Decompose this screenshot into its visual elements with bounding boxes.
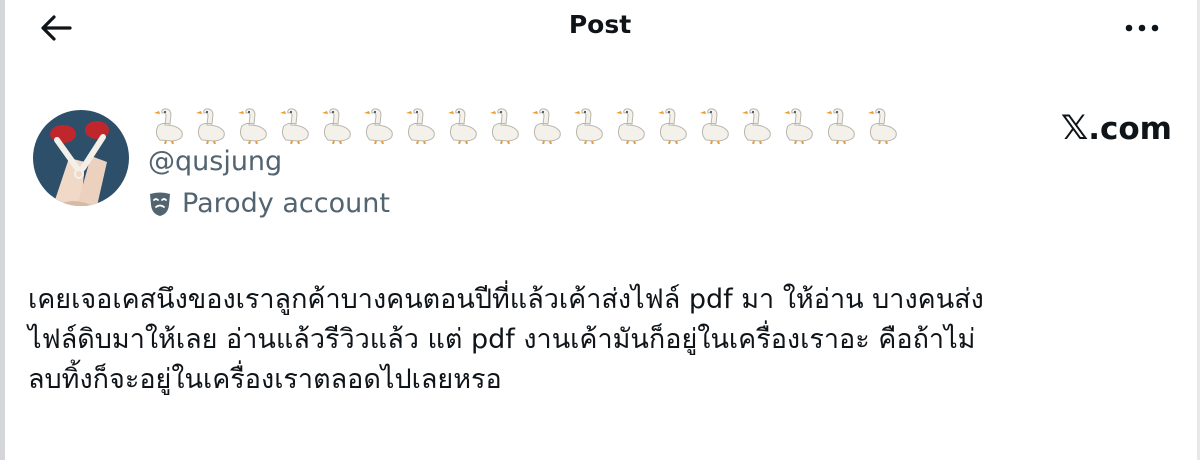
goose-icon bbox=[280, 108, 309, 144]
goose-icon bbox=[532, 108, 561, 144]
goose-icon bbox=[700, 108, 729, 144]
goose-icon bbox=[616, 108, 645, 144]
parody-badge: Parody account bbox=[148, 188, 390, 219]
more-icon bbox=[1125, 24, 1159, 32]
post-text-line: ไฟล์ดิบมาให้เลย อ่านแล้วรีวิวแล้ว แต่ pd… bbox=[28, 324, 976, 355]
avatar[interactable] bbox=[33, 110, 129, 206]
goose-icon bbox=[784, 108, 813, 144]
goose-icon bbox=[448, 108, 477, 144]
watermark-suffix: .com bbox=[1088, 111, 1172, 147]
avatar-image bbox=[33, 110, 129, 206]
more-options-button[interactable] bbox=[1120, 8, 1164, 48]
goose-icon bbox=[826, 108, 855, 144]
top-bar: Post bbox=[0, 0, 1200, 56]
goose-icon bbox=[574, 108, 603, 144]
goose-icon bbox=[490, 108, 519, 144]
left-edge-strip bbox=[0, 0, 5, 460]
goose-icon bbox=[868, 108, 897, 144]
goose-icon bbox=[322, 108, 351, 144]
goose-icon bbox=[154, 108, 183, 144]
theater-mask-icon bbox=[150, 192, 170, 216]
x-com-watermark: 𝕏 .com bbox=[1061, 108, 1172, 148]
goose-icon bbox=[196, 108, 225, 144]
goose-icon bbox=[364, 108, 393, 144]
goose-icon bbox=[406, 108, 435, 144]
post-text-line: ลบทิ้งก็จะอยู่ในเครื่องเราตลอดไปเลยหรอ bbox=[28, 364, 502, 395]
page-title: Post bbox=[568, 10, 632, 39]
goose-icon bbox=[238, 108, 267, 144]
goose-icon bbox=[658, 108, 687, 144]
goose-icon bbox=[742, 108, 771, 144]
post-text: เคยเจอเคสนึงของเราลูกค้าบางคนตอนปีที่แล้… bbox=[28, 280, 1178, 400]
parody-label: Parody account bbox=[182, 188, 390, 219]
x-logo-icon: 𝕏 bbox=[1060, 108, 1089, 148]
post-text-line: เคยเจอเคสนึงของเราลูกค้าบางคนตอนปีที่แล้… bbox=[28, 284, 984, 315]
display-name[interactable] bbox=[150, 104, 902, 144]
user-handle[interactable]: @qusjung bbox=[148, 146, 282, 177]
